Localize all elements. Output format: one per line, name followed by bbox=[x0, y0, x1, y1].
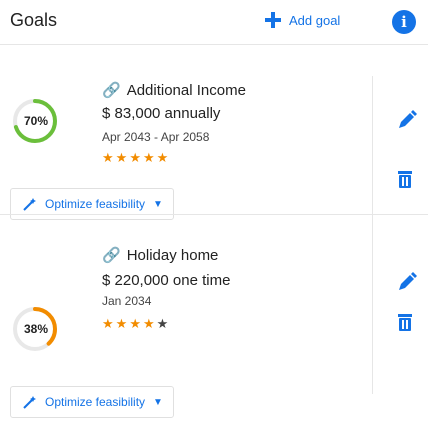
goal-card: 70% 🔗 Additional Income $ 83,000 annuall… bbox=[0, 44, 428, 226]
edit-icon[interactable] bbox=[396, 271, 418, 293]
header: Goals Add goal i bbox=[0, 0, 428, 44]
feasibility-percent: 38% bbox=[24, 322, 49, 336]
goal-amount: $ 83,000 annually bbox=[102, 105, 221, 122]
info-icon[interactable]: i bbox=[392, 10, 416, 34]
page-title: Goals bbox=[10, 10, 58, 30]
vertical-divider bbox=[372, 224, 373, 394]
edit-icon[interactable] bbox=[396, 109, 418, 131]
chevron-down-icon: ▼ bbox=[153, 198, 163, 210]
star-icon: ★ bbox=[129, 316, 143, 331]
priority-stars: ★★★★★ bbox=[102, 150, 170, 166]
optimize-feasibility-label: Optimize feasibility bbox=[45, 197, 146, 211]
optimize-feasibility-label: Optimize feasibility bbox=[45, 395, 146, 409]
goal-heading: 🔗 Holiday home bbox=[102, 246, 219, 265]
star-icon: ★ bbox=[102, 316, 116, 331]
magic-wand-icon bbox=[23, 396, 36, 409]
goal-name: Additional Income bbox=[126, 81, 246, 99]
star-icon: ★ bbox=[115, 316, 130, 331]
goal-amount: $ 220,000 one time bbox=[102, 272, 231, 289]
priority-stars: ★★★★★ bbox=[102, 316, 170, 332]
plus-icon bbox=[265, 12, 281, 28]
divider bbox=[0, 214, 428, 215]
vertical-divider bbox=[372, 76, 373, 226]
goal-heading: 🔗 Additional Income bbox=[102, 81, 246, 100]
delete-icon[interactable] bbox=[394, 311, 416, 333]
star-icon: ★ bbox=[102, 150, 116, 165]
chevron-down-icon: ▼ bbox=[153, 396, 163, 408]
link-icon: 🔗 bbox=[102, 82, 121, 99]
feasibility-percent: 70% bbox=[24, 114, 49, 128]
magic-wand-icon bbox=[23, 198, 36, 211]
divider bbox=[0, 44, 428, 45]
star-icon: ★ bbox=[156, 150, 171, 165]
star-icon: ★ bbox=[142, 316, 157, 331]
star-icon: ★ bbox=[142, 150, 157, 165]
optimize-feasibility-button[interactable]: Optimize feasibility ▼ bbox=[10, 386, 174, 418]
add-goal-label: Add goal bbox=[289, 12, 341, 28]
goal-dates: Apr 2043 - Apr 2058 bbox=[102, 130, 210, 144]
star-icon: ★ bbox=[156, 316, 171, 331]
add-goal-button[interactable]: Add goal bbox=[265, 12, 340, 28]
goal-name: Holiday home bbox=[126, 246, 219, 264]
goal-card: 38% 🔗 Holiday home $ 220,000 one time Ja… bbox=[0, 214, 428, 426]
delete-icon[interactable] bbox=[394, 168, 416, 190]
goal-dates: Jan 2034 bbox=[102, 294, 152, 308]
link-icon: 🔗 bbox=[102, 247, 121, 264]
star-icon: ★ bbox=[115, 150, 130, 165]
star-icon: ★ bbox=[129, 150, 143, 165]
